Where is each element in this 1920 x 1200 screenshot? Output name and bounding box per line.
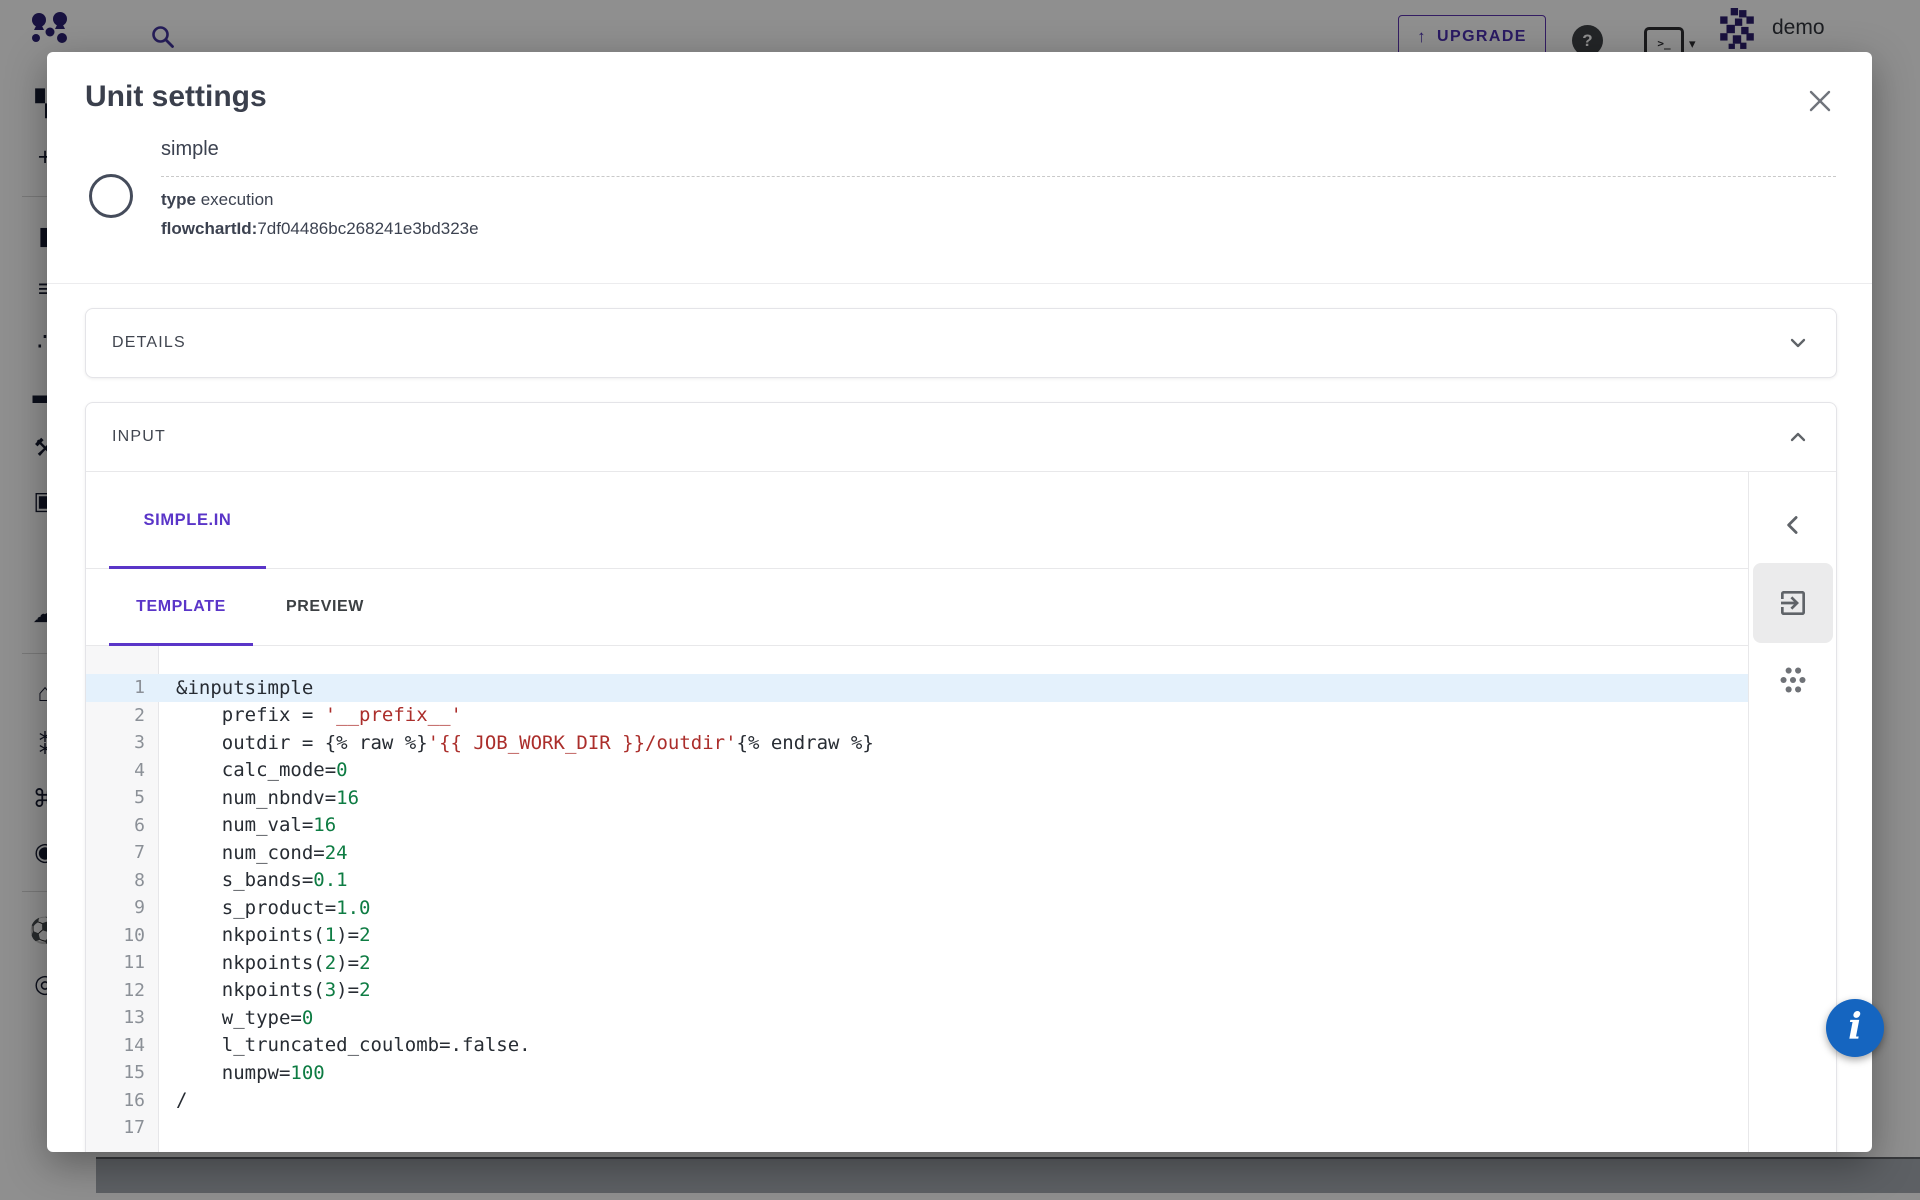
code-text: / <box>159 1089 187 1111</box>
line-number: 12 <box>86 980 159 1001</box>
line-number: 7 <box>86 842 159 863</box>
unit-status-circle-icon <box>89 174 133 218</box>
code-line[interactable]: 7 num_cond=24 <box>86 839 1748 867</box>
code-line[interactable]: 8 s_bands=0.1 <box>86 867 1748 895</box>
chevron-left-icon <box>1778 510 1808 540</box>
code-text: num_val=16 <box>159 814 336 836</box>
code-line[interactable]: 10 nkpoints(1)=2 <box>86 922 1748 950</box>
code-line[interactable]: 12 nkpoints(3)=2 <box>86 977 1748 1005</box>
tab-simple-in[interactable]: SIMPLE.IN <box>109 511 266 530</box>
code-text: s_bands=0.1 <box>159 869 348 891</box>
code-line[interactable]: 14 l_truncated_coulomb=.false. <box>86 1032 1748 1060</box>
line-number: 15 <box>86 1062 159 1083</box>
code-text: nkpoints(1)=2 <box>159 924 371 946</box>
code-text: nkpoints(3)=2 <box>159 979 371 1001</box>
code-line[interactable]: 6 num_val=16 <box>86 812 1748 840</box>
code-line[interactable]: 3 outdir = {% raw %}'{{ JOB_WORK_DIR }}/… <box>86 729 1748 757</box>
unit-type-value: execution <box>201 190 274 209</box>
unit-name: simple <box>161 138 1836 161</box>
unit-flowchart-row: flowchartId:7df04486bc268241e3bd323e <box>161 219 1836 239</box>
dots-icon <box>1777 664 1809 696</box>
info-button[interactable]: i <box>1826 999 1884 1057</box>
code-line[interactable]: 15 numpw=100 <box>86 1059 1748 1087</box>
code-editor[interactable]: 1&inputsimple2 prefix = '__prefix__'3 ou… <box>86 646 1748 1152</box>
line-number: 2 <box>86 705 159 726</box>
line-number: 13 <box>86 1007 159 1028</box>
line-number: 9 <box>86 897 159 918</box>
code-line[interactable]: 4 calc_mode=0 <box>86 757 1748 785</box>
line-number: 3 <box>86 732 159 753</box>
line-number: 10 <box>86 925 159 946</box>
input-mode-button[interactable] <box>1753 563 1833 643</box>
line-number: 11 <box>86 952 159 973</box>
line-number: 16 <box>86 1090 159 1111</box>
chevron-up-icon[interactable] <box>1786 425 1810 449</box>
input-label: INPUT <box>112 428 166 446</box>
input-accordion-header[interactable]: INPUT <box>86 403 1836 472</box>
flowchart-id-value: 7df04486bc268241e3bd323e <box>257 219 478 238</box>
code-line[interactable]: 2 prefix = '__prefix__' <box>86 702 1748 730</box>
code-text: nkpoints(2)=2 <box>159 952 371 974</box>
collapse-panel-button[interactable] <box>1776 508 1810 542</box>
unit-info: simple type execution flowchartId:7df044… <box>161 138 1836 239</box>
code-text: num_cond=24 <box>159 842 348 864</box>
input-accordion: INPUT SIMPLE.IN TEMPLATE PREVIEW 1& <box>85 402 1837 1152</box>
file-tab-bar: SIMPLE.IN <box>86 472 1748 569</box>
code-line[interactable]: 16/ <box>86 1087 1748 1115</box>
code-text: prefix = '__prefix__' <box>159 704 462 726</box>
line-number: 1 <box>86 677 159 698</box>
flowchart-id-label: flowchartId: <box>161 219 257 238</box>
unit-type-row: type execution <box>161 190 1836 210</box>
code-text: calc_mode=0 <box>159 759 348 781</box>
dashed-divider <box>161 176 1836 177</box>
tab-template[interactable]: TEMPLATE <box>109 598 253 616</box>
chevron-down-icon[interactable] <box>1786 331 1810 355</box>
close-icon[interactable] <box>1803 84 1837 118</box>
line-number: 6 <box>86 815 159 836</box>
line-number: 5 <box>86 787 159 808</box>
code-text: s_product=1.0 <box>159 897 370 919</box>
line-number: 8 <box>86 870 159 891</box>
details-accordion[interactable]: DETAILS <box>85 308 1837 378</box>
editor-tab-bar: TEMPLATE PREVIEW <box>86 569 1748 646</box>
code-text: l_truncated_coulomb=.false. <box>159 1034 531 1056</box>
unit-type-label: type <box>161 190 196 209</box>
code-line[interactable]: 13 w_type=0 <box>86 1004 1748 1032</box>
code-text: num_nbndv=16 <box>159 787 359 809</box>
code-line[interactable]: 5 num_nbndv=16 <box>86 784 1748 812</box>
line-number: 17 <box>86 1117 159 1138</box>
line-number: 4 <box>86 760 159 781</box>
unit-settings-dialog: Unit settings simple type execution flow… <box>47 52 1872 1152</box>
info-icon: i <box>1848 1009 1862 1045</box>
dialog-title: Unit settings <box>85 80 267 114</box>
line-number: 14 <box>86 1035 159 1056</box>
editor-side-toolbar <box>1749 472 1836 1152</box>
code-line[interactable]: 1&inputsimple <box>86 674 1748 702</box>
code-text: numpw=100 <box>159 1062 325 1084</box>
tab-preview[interactable]: PREVIEW <box>253 598 397 616</box>
code-line[interactable]: 11 nkpoints(2)=2 <box>86 949 1748 977</box>
code-line[interactable]: 9 s_product=1.0 <box>86 894 1748 922</box>
code-text: outdir = {% raw %}'{{ JOB_WORK_DIR }}/ou… <box>159 732 874 754</box>
code-text: w_type=0 <box>159 1007 313 1029</box>
blur-dots-button[interactable] <box>1775 662 1811 698</box>
code-line[interactable]: 17 <box>86 1114 1748 1142</box>
code-text: &inputsimple <box>159 677 313 699</box>
editor-panel: SIMPLE.IN TEMPLATE PREVIEW 1&inputsimple… <box>86 472 1749 1152</box>
header-divider <box>47 283 1872 284</box>
exit-to-app-icon <box>1777 587 1809 619</box>
details-label: DETAILS <box>112 334 186 352</box>
